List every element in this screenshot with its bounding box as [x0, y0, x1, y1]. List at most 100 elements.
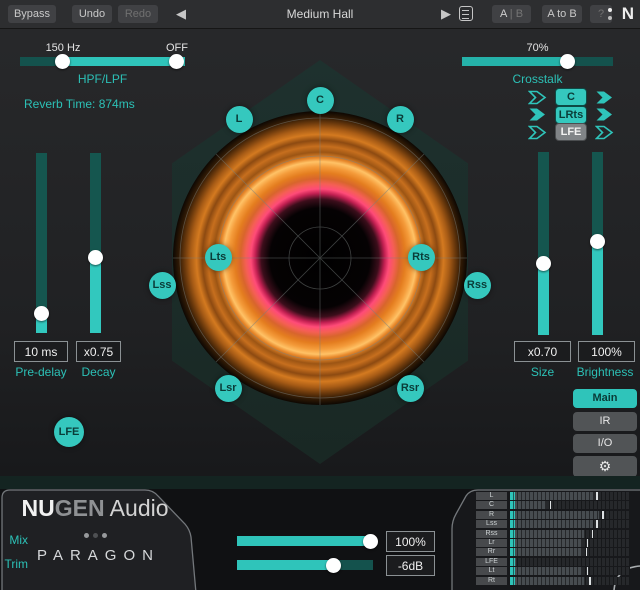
mix-value[interactable]: 100%	[386, 531, 435, 552]
crosstalk-value-label: 70%	[462, 42, 613, 54]
meter-channel-label: Rt	[476, 577, 507, 585]
brightness-value[interactable]: 100%	[578, 341, 635, 362]
preset-next-icon[interactable]: ▶	[441, 4, 451, 24]
channel-node-lts[interactable]: Lts	[205, 244, 232, 271]
channel-node-c[interactable]: C	[307, 87, 334, 114]
hpf-handle[interactable]	[55, 54, 70, 69]
decay-label: Decay	[76, 365, 121, 379]
size-slider[interactable]	[538, 152, 549, 335]
meter-row-r: R	[476, 511, 632, 519]
meter-row-rr: Rr	[476, 548, 632, 556]
hpf-lpf-slider[interactable]	[20, 57, 185, 66]
meter-peak-tick	[592, 530, 594, 538]
tab-ir[interactable]: IR	[573, 412, 637, 431]
predelay-handle[interactable]	[34, 306, 49, 321]
meter-row-c: C	[476, 501, 632, 509]
size-label: Size	[514, 365, 571, 379]
routing-channel-button[interactable]: LRts	[555, 106, 587, 124]
meter-row-lr: Lr	[476, 539, 632, 547]
title-bar: Bypass Undo Redo ◀ Medium Hall ▶ A | B A…	[0, 0, 640, 29]
channel-node-lfe[interactable]: LFE	[54, 417, 84, 447]
nugen-logo-icon: N	[606, 3, 636, 25]
routing-in-arrow-icon[interactable]	[528, 107, 547, 122]
meter-channel-label: Lss	[476, 520, 507, 528]
channel-node-rsr[interactable]: Rsr	[397, 375, 424, 402]
channel-node-l[interactable]: L	[226, 106, 253, 133]
ab-compare-button[interactable]: A | B	[492, 5, 531, 23]
meter-peak-tick	[589, 577, 591, 585]
brightness-slider[interactable]	[592, 152, 603, 335]
meter-peak-tick	[550, 501, 552, 509]
meter-channel-label: Rss	[476, 530, 507, 538]
mix-label: Mix	[0, 533, 28, 547]
predelay-label: Pre-delay	[10, 365, 72, 379]
routing-channel-button[interactable]: C	[555, 88, 587, 106]
preset-name[interactable]: Medium Hall	[240, 0, 400, 28]
trim-value[interactable]: -6dB	[386, 555, 435, 576]
trim-slider[interactable]	[237, 560, 373, 570]
routing-in-arrow-icon[interactable]	[528, 125, 547, 140]
meter-row-rt: Rt	[476, 577, 632, 585]
crosstalk-slider[interactable]	[462, 57, 613, 66]
a-to-b-button[interactable]: A to B	[542, 5, 582, 23]
preset-prev-icon[interactable]: ◀	[176, 4, 186, 24]
redo-button[interactable]: Redo	[118, 5, 158, 23]
meter-peak-tick	[587, 539, 589, 547]
crosstalk-label: Crosstalk	[462, 72, 613, 86]
mix-row: Mix 100%	[0, 531, 440, 551]
meter-peak-tick	[596, 520, 598, 528]
routing-row-lfe: LFE	[528, 124, 614, 140]
meter-channel-label: LFE	[476, 558, 507, 566]
routing-row-c: C	[528, 89, 614, 105]
undo-button[interactable]: Undo	[72, 5, 112, 23]
hpf-value-label: 150 Hz	[33, 42, 93, 54]
routing-out-arrow-icon[interactable]	[595, 125, 614, 140]
decay-slider[interactable]	[90, 153, 101, 333]
meter-peak-tick	[596, 492, 598, 500]
meter-row-lss: Lss	[476, 520, 632, 528]
meter-bar	[510, 520, 630, 528]
reverb-time-readout: Reverb Time: 874ms	[24, 97, 135, 111]
meter-channel-label: R	[476, 511, 507, 519]
decay-value[interactable]: x0.75	[76, 341, 121, 362]
meter-bar	[510, 577, 630, 585]
channel-node-lsr[interactable]: Lsr	[215, 375, 242, 402]
trim-handle[interactable]	[326, 558, 341, 573]
predelay-value[interactable]: 10 ms	[14, 341, 68, 362]
size-value[interactable]: x0.70	[514, 341, 571, 362]
channel-node-r[interactable]: R	[387, 106, 414, 133]
channel-node-rss[interactable]: Rss	[464, 272, 491, 299]
mix-slider[interactable]	[237, 536, 373, 546]
channel-node-lss[interactable]: Lss	[149, 272, 176, 299]
meter-bar	[510, 548, 630, 556]
meter-channel-label: Rr	[476, 548, 507, 556]
meter-row-l: L	[476, 492, 632, 500]
settings-gear-icon[interactable]: ⚙	[573, 456, 637, 477]
meter-bar	[510, 558, 630, 566]
nugen-audio-logo: NUGEN Audio	[0, 495, 190, 522]
meter-bar	[510, 530, 630, 538]
tab-main[interactable]: Main	[573, 389, 637, 408]
crosstalk-handle[interactable]	[560, 54, 575, 69]
channel-node-rts[interactable]: Rts	[408, 244, 435, 271]
decay-handle[interactable]	[88, 250, 103, 265]
meter-channel-label: L	[476, 492, 507, 500]
predelay-slider[interactable]	[36, 153, 47, 333]
bypass-button[interactable]: Bypass	[8, 5, 56, 23]
routing-channel-button[interactable]: LFE	[555, 123, 587, 141]
meter-bar	[510, 501, 630, 509]
routing-in-arrow-icon[interactable]	[528, 90, 547, 105]
meter-bar	[510, 492, 630, 500]
preset-list-icon[interactable]	[459, 6, 473, 21]
meter-channel-label: C	[476, 501, 507, 509]
routing-out-arrow-icon[interactable]	[595, 107, 614, 122]
meter-bar	[510, 511, 630, 519]
tab-io[interactable]: I/O	[573, 434, 637, 453]
meter-channel-label: Lt	[476, 567, 507, 575]
meter-peak-tick	[586, 548, 588, 556]
lpf-handle[interactable]	[169, 54, 184, 69]
mix-handle[interactable]	[363, 534, 378, 549]
routing-out-arrow-icon[interactable]	[595, 90, 614, 105]
meter-row-lt: Lt	[476, 567, 632, 575]
meter-peak-tick	[587, 567, 589, 575]
